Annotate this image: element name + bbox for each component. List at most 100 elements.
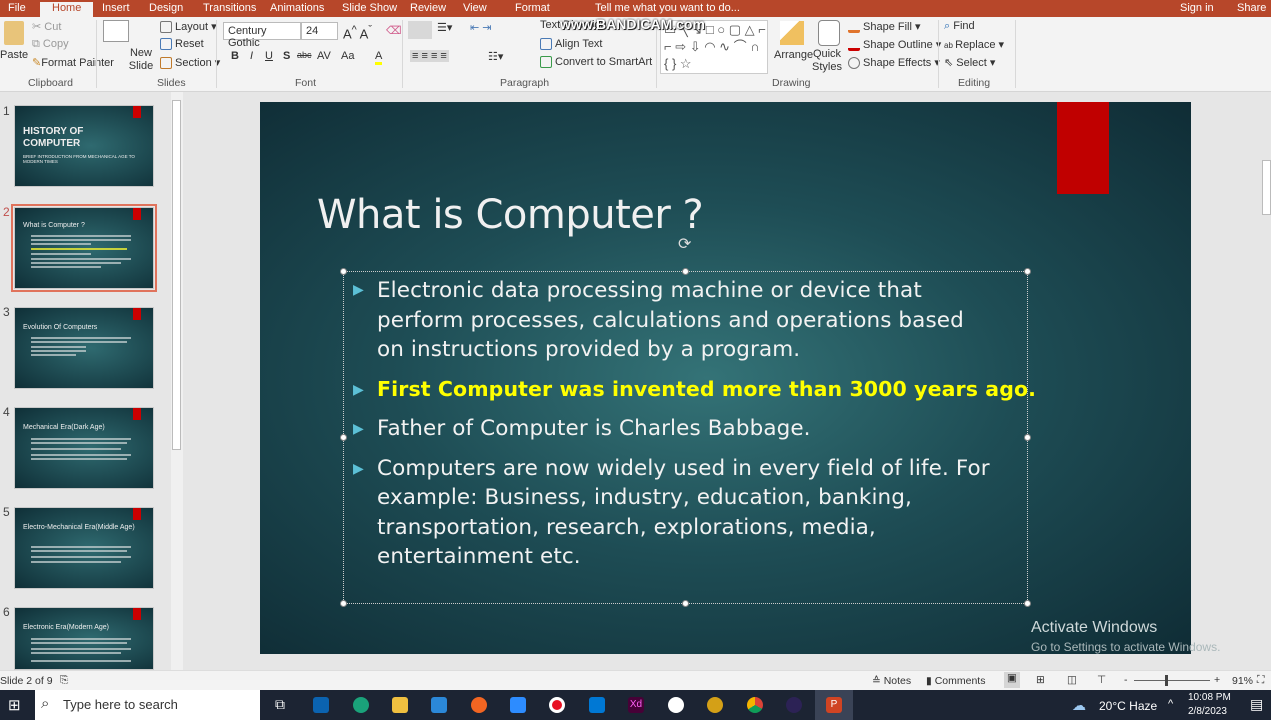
slide-thumbnail-5[interactable]: Electro-Mechanical Era(Middle Age) — [14, 507, 154, 589]
bullet-text[interactable]: perform processes, calculations and oper… — [377, 306, 964, 336]
format-painter-button[interactable]: ✎Format Painter — [32, 56, 114, 69]
task-view-icon[interactable]: ⧉ — [275, 696, 285, 713]
bullet-text[interactable]: Electronic data processing machine or de… — [377, 276, 922, 306]
align-text-button[interactable]: Align Text — [540, 38, 603, 51]
new-slide-button[interactable]: New Slide — [128, 47, 154, 73]
tab-animations[interactable]: Animations — [270, 2, 324, 15]
app-icon[interactable] — [668, 697, 684, 713]
underline-button[interactable]: U — [265, 50, 273, 62]
tab-slide-show[interactable]: Slide Show — [342, 2, 397, 15]
sign-in-link[interactable]: Sign in — [1180, 2, 1214, 15]
columns-button[interactable]: ☷▾ — [488, 50, 503, 63]
shadow-button[interactable]: S — [283, 50, 290, 62]
slide-canvas[interactable]: What is Computer ? ⟳ ▶ Electronic data p… — [260, 102, 1191, 654]
zoom-level[interactable]: 91% — [1232, 675, 1253, 687]
powerpoint-taskbar-item[interactable]: P — [815, 690, 853, 720]
store-icon[interactable] — [313, 697, 329, 713]
font-name-select[interactable]: Century Gothic — [223, 22, 301, 49]
clock-date[interactable]: 2/8/2023 — [1188, 706, 1227, 717]
editor-scrollbar[interactable] — [1262, 160, 1271, 215]
chevron-up-icon[interactable]: ^ — [1168, 698, 1173, 710]
zoom-slider[interactable] — [1134, 680, 1210, 681]
resize-handle[interactable] — [340, 600, 347, 607]
tab-transitions[interactable]: Transitions — [203, 2, 256, 15]
fit-slide-icon[interactable]: ⛶ — [1257, 674, 1264, 687]
layout-button[interactable]: Layout ▾ — [160, 20, 217, 34]
app-icon[interactable] — [707, 697, 723, 713]
app-icon[interactable] — [471, 697, 487, 713]
spellcheck-icon[interactable]: ⎘ — [60, 674, 68, 687]
numbering-button[interactable]: ☰▾ — [437, 21, 452, 34]
notes-button[interactable]: ≙ Notes — [872, 675, 911, 687]
tab-view[interactable]: View — [463, 2, 487, 15]
taskbar-search[interactable]: ⌕ Type here to search — [35, 690, 260, 720]
bullets-button[interactable] — [408, 21, 432, 39]
resize-handle[interactable] — [340, 434, 347, 441]
zoom-out-button[interactable]: - — [1124, 674, 1128, 686]
tab-insert[interactable]: Insert — [102, 2, 130, 15]
normal-view-icon[interactable]: ▣ — [1004, 672, 1020, 688]
bullet-text[interactable]: Computers are now widely used in every f… — [377, 454, 990, 484]
chrome-icon[interactable] — [747, 697, 763, 713]
slideshow-icon[interactable]: ⊤ — [1097, 674, 1106, 686]
slide-thumbnail-6[interactable]: Electronic Era(Modern Age) — [14, 607, 154, 670]
align-buttons[interactable]: ≡ ≡ ≡ ≡ — [410, 50, 449, 62]
resize-handle[interactable] — [1024, 434, 1031, 441]
replace-button[interactable]: ab Replace ▾ — [944, 38, 1004, 51]
tab-format[interactable]: Format — [515, 2, 550, 15]
copy-button[interactable]: ⧉ Copy — [32, 38, 69, 51]
resize-handle[interactable] — [682, 268, 689, 275]
eclipse-icon[interactable] — [786, 697, 802, 713]
shape-outline-button[interactable]: Shape Outline ▾ — [848, 38, 941, 52]
slide-sorter-icon[interactable]: ⊞ — [1036, 674, 1045, 686]
bullet-text[interactable]: example: Business, industry, education, … — [377, 483, 912, 513]
file-explorer-icon[interactable] — [392, 697, 408, 713]
cut-button[interactable]: ✂ Cut — [32, 20, 61, 33]
resize-handle[interactable] — [1024, 268, 1031, 275]
bullet-text-highlighted[interactable]: First Computer was invented more than 30… — [377, 375, 1036, 405]
mail-icon[interactable] — [431, 697, 447, 713]
tab-review[interactable]: Review — [410, 2, 446, 15]
select-button[interactable]: ⇖ Select ▾ — [944, 56, 995, 69]
tab-design[interactable]: Design — [149, 2, 183, 15]
reset-button[interactable]: Reset — [160, 38, 204, 51]
char-spacing-button[interactable]: AV — [317, 50, 331, 62]
record-icon[interactable] — [549, 697, 565, 713]
zoom-slider-thumb[interactable] — [1165, 675, 1168, 686]
italic-button[interactable]: I — [250, 50, 253, 62]
grow-font-button[interactable]: A^ Aˇ — [343, 24, 372, 41]
find-button[interactable]: ⌕ Find — [944, 20, 975, 33]
slide-thumbnail-1[interactable]: HISTORY OF COMPUTER BRIEF INTRODUCTION FR… — [14, 105, 154, 187]
weather-text[interactable]: 20°C Haze — [1099, 699, 1157, 713]
bullet-text[interactable]: entertainment etc. — [377, 542, 581, 572]
notifications-icon[interactable]: ▤ — [1250, 696, 1263, 713]
slide-title[interactable]: What is Computer ? — [317, 192, 704, 238]
font-size-select[interactable]: 24 — [301, 22, 338, 40]
clear-format-icon[interactable]: ⌫ — [386, 24, 402, 37]
scroll-thumb[interactable] — [172, 100, 181, 450]
clock-time[interactable]: 10:08 PM — [1188, 692, 1231, 703]
slide-thumbnail-3[interactable]: Evolution Of Computers — [14, 307, 154, 389]
comments-button[interactable]: ▮ Comments — [926, 675, 985, 687]
bold-button[interactable]: B — [231, 50, 239, 62]
slide-thumbnail-4[interactable]: Mechanical Era(Dark Age) — [14, 407, 154, 489]
bullet-text[interactable]: on instructions provided by a program. — [377, 335, 800, 365]
paste-button[interactable]: Paste — [0, 49, 28, 61]
zoom-app-icon[interactable] — [510, 697, 526, 713]
zoom-in-button[interactable]: + — [1214, 674, 1220, 686]
tell-me-search[interactable]: Tell me what you want to do... — [595, 2, 740, 15]
font-color-button[interactable]: A — [375, 50, 383, 65]
smartart-button[interactable]: Convert to SmartArt — [540, 56, 652, 69]
shape-effects-button[interactable]: Shape Effects ▾ — [848, 56, 940, 70]
slide-thumbnail-2[interactable]: What is Computer ? — [11, 204, 157, 292]
rotate-handle-icon[interactable]: ⟳ — [678, 234, 691, 254]
edge-icon[interactable] — [353, 697, 369, 713]
section-button[interactable]: Section ▾ — [160, 56, 220, 70]
shape-fill-button[interactable]: Shape Fill ▾ — [848, 20, 921, 34]
strikethrough-button[interactable]: abc — [297, 50, 312, 60]
bullet-text[interactable]: Father of Computer is Charles Babbage. — [377, 414, 811, 444]
reading-view-icon[interactable]: ◫ — [1067, 674, 1077, 686]
tab-file[interactable]: File — [8, 2, 26, 15]
quick-styles-button[interactable]: Quick Styles — [812, 48, 842, 74]
arrange-button[interactable]: Arrange — [774, 49, 813, 61]
